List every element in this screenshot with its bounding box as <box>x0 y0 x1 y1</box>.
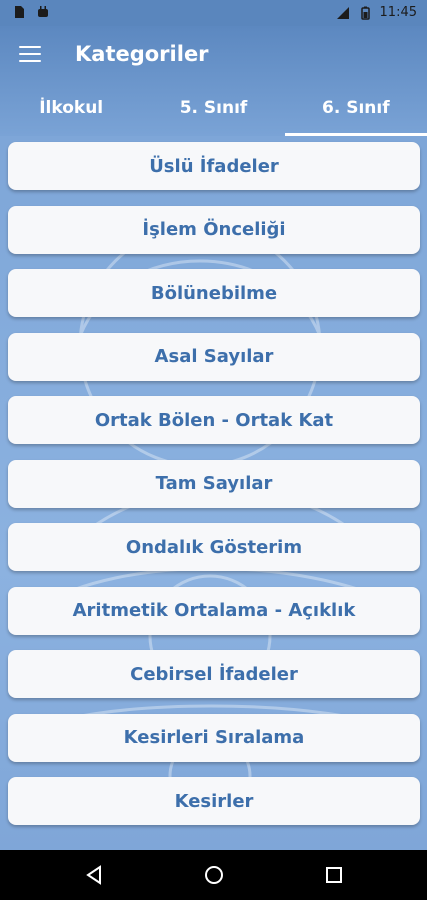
signal-icon <box>336 6 349 19</box>
android-icon <box>38 6 48 17</box>
sd-card-icon <box>15 6 24 18</box>
tab-bar: İlkokul 5. Sınıf 6. Sınıf <box>0 86 427 136</box>
battery-icon <box>360 6 370 20</box>
category-item-ondalik-gosterim[interactable]: Ondalık Gösterim <box>8 523 420 571</box>
status-bar: 11:45 <box>0 0 427 26</box>
recents-icon[interactable] <box>323 864 345 886</box>
category-item-bolunebilme[interactable]: Bölünebilme <box>8 269 420 317</box>
category-item-islem-onceligi[interactable]: İşlem Önceliği <box>8 205 420 254</box>
category-item-ortak-bolen-ortak-kat[interactable]: Ortak Bölen - Ortak Kat <box>8 396 420 444</box>
status-time: 11:45 <box>379 5 417 20</box>
category-item-uslu-ifadeler[interactable]: Üslü İfadeler <box>8 142 420 190</box>
page-title: Kategoriler <box>75 42 209 66</box>
category-item-tam-sayilar[interactable]: Tam Sayılar <box>8 459 420 508</box>
tab-ilkokul[interactable]: İlkokul <box>0 86 142 136</box>
app-bar: Kategoriler İlkokul 5. Sınıf 6. Sınıf <box>0 26 427 136</box>
tab-6-sinif[interactable]: 6. Sınıf <box>284 86 427 136</box>
category-list-area[interactable]: Üslü İfadeler İşlem Önceliği Bölünebilme… <box>0 136 427 850</box>
system-nav-bar <box>0 850 427 900</box>
category-item-kesirler[interactable]: Kesirler <box>8 777 420 825</box>
hamburger-menu-icon[interactable] <box>19 46 41 64</box>
category-item-aritmetik-ortalama-aciklik[interactable]: Aritmetik Ortalama - Açıklık <box>8 586 420 635</box>
category-item-kesirleri-siralama[interactable]: Kesirleri Sıralama <box>8 713 420 762</box>
tab-5-sinif[interactable]: 5. Sınıf <box>142 86 284 136</box>
category-item-asal-sayilar[interactable]: Asal Sayılar <box>8 332 420 381</box>
home-icon[interactable] <box>203 864 225 886</box>
category-item-cebirsel-ifadeler[interactable]: Cebirsel İfadeler <box>8 650 420 698</box>
category-list: Üslü İfadeler İşlem Önceliği Bölünebilme… <box>8 142 420 841</box>
back-icon[interactable] <box>83 864 105 886</box>
